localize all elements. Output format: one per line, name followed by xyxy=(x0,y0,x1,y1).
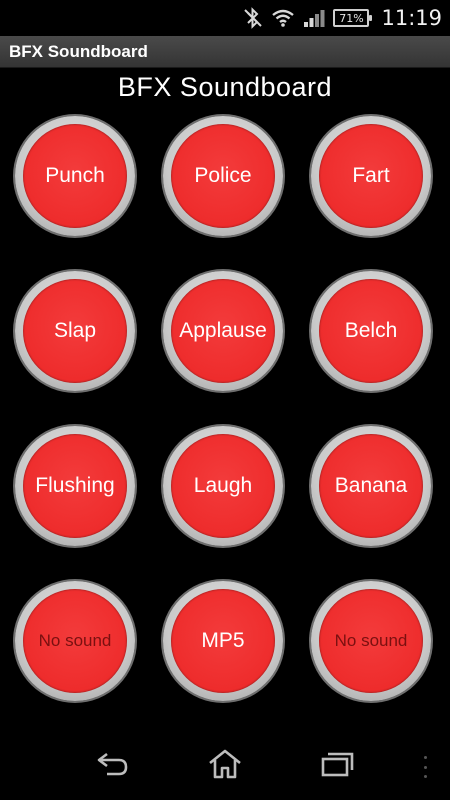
recent-apps-button[interactable] xyxy=(307,746,367,786)
sound-button-face: No sound xyxy=(319,589,423,693)
sound-button-slap[interactable]: Slap xyxy=(15,271,135,391)
sound-button-no-sound-left[interactable]: No sound xyxy=(15,581,135,701)
home-button[interactable] xyxy=(195,746,255,786)
sound-button-label: Punch xyxy=(45,164,105,187)
status-bar: 71% 11:19 xyxy=(0,0,450,36)
sound-button-mp5[interactable]: MP5 xyxy=(163,581,283,701)
sound-button-police[interactable]: Police xyxy=(163,116,283,236)
sound-button-label: Applause xyxy=(179,319,267,342)
page-heading: BFX Soundboard xyxy=(117,72,333,102)
battery-icon: 71% xyxy=(333,9,373,27)
sound-button-label: No sound xyxy=(38,631,112,650)
back-button[interactable] xyxy=(83,746,143,786)
sound-button-belch[interactable]: Belch xyxy=(311,271,431,391)
sound-button-face: Applause xyxy=(171,279,275,383)
sound-button-applause[interactable]: Applause xyxy=(163,271,283,391)
back-icon xyxy=(95,750,131,783)
sound-button-label: Laugh xyxy=(193,474,253,497)
status-icons: 71% 11:19 xyxy=(243,4,442,32)
sound-button-no-sound-right[interactable]: No sound xyxy=(311,581,431,701)
sound-button-banana[interactable]: Banana xyxy=(311,426,431,546)
menu-dot xyxy=(423,765,427,769)
sound-button-face: Banana xyxy=(319,434,423,538)
sound-button-flushing[interactable]: Flushing xyxy=(15,426,135,546)
menu-dot xyxy=(423,775,427,778)
menu-overflow-icon[interactable] xyxy=(422,756,428,778)
sound-button-face: Police xyxy=(171,124,275,228)
sound-button-face: No sound xyxy=(23,589,127,693)
sound-button-face: Slap xyxy=(23,279,127,383)
sound-button-label: MP5 xyxy=(201,629,245,652)
battery-level: 71% xyxy=(339,11,364,25)
sound-button-label: Fart xyxy=(352,164,390,187)
sound-button-face: Belch xyxy=(319,279,423,383)
sound-button-face: Laugh xyxy=(171,434,275,538)
sound-button-label: No sound xyxy=(334,631,408,650)
home-icon xyxy=(207,748,243,785)
app-title-bar: BFX Soundboard xyxy=(0,36,450,68)
menu-dot xyxy=(423,756,427,759)
sound-button-face: Flushing xyxy=(23,434,127,538)
wifi-icon xyxy=(271,8,295,28)
sound-button-punch[interactable]: Punch xyxy=(15,116,135,236)
bluetooth-off-icon xyxy=(243,7,263,29)
sound-button-face: Fart xyxy=(319,124,423,228)
status-clock: 11:19 xyxy=(381,6,442,30)
sound-button-label: Belch xyxy=(344,319,398,342)
recent-apps-icon xyxy=(319,750,355,783)
sound-button-label: Police xyxy=(194,164,252,187)
sound-button-face: Punch xyxy=(23,124,127,228)
app-title: BFX Soundboard xyxy=(9,41,148,61)
sound-button-fart[interactable]: Fart xyxy=(311,116,431,236)
sound-button-label: Slap xyxy=(53,319,97,342)
sound-button-label: Banana xyxy=(334,474,408,497)
sound-button-laugh[interactable]: Laugh xyxy=(163,426,283,546)
sound-button-label: Flushing xyxy=(35,474,115,497)
signal-icon xyxy=(303,8,325,28)
sound-button-face: MP5 xyxy=(171,589,275,693)
navigation-bar xyxy=(0,728,450,800)
